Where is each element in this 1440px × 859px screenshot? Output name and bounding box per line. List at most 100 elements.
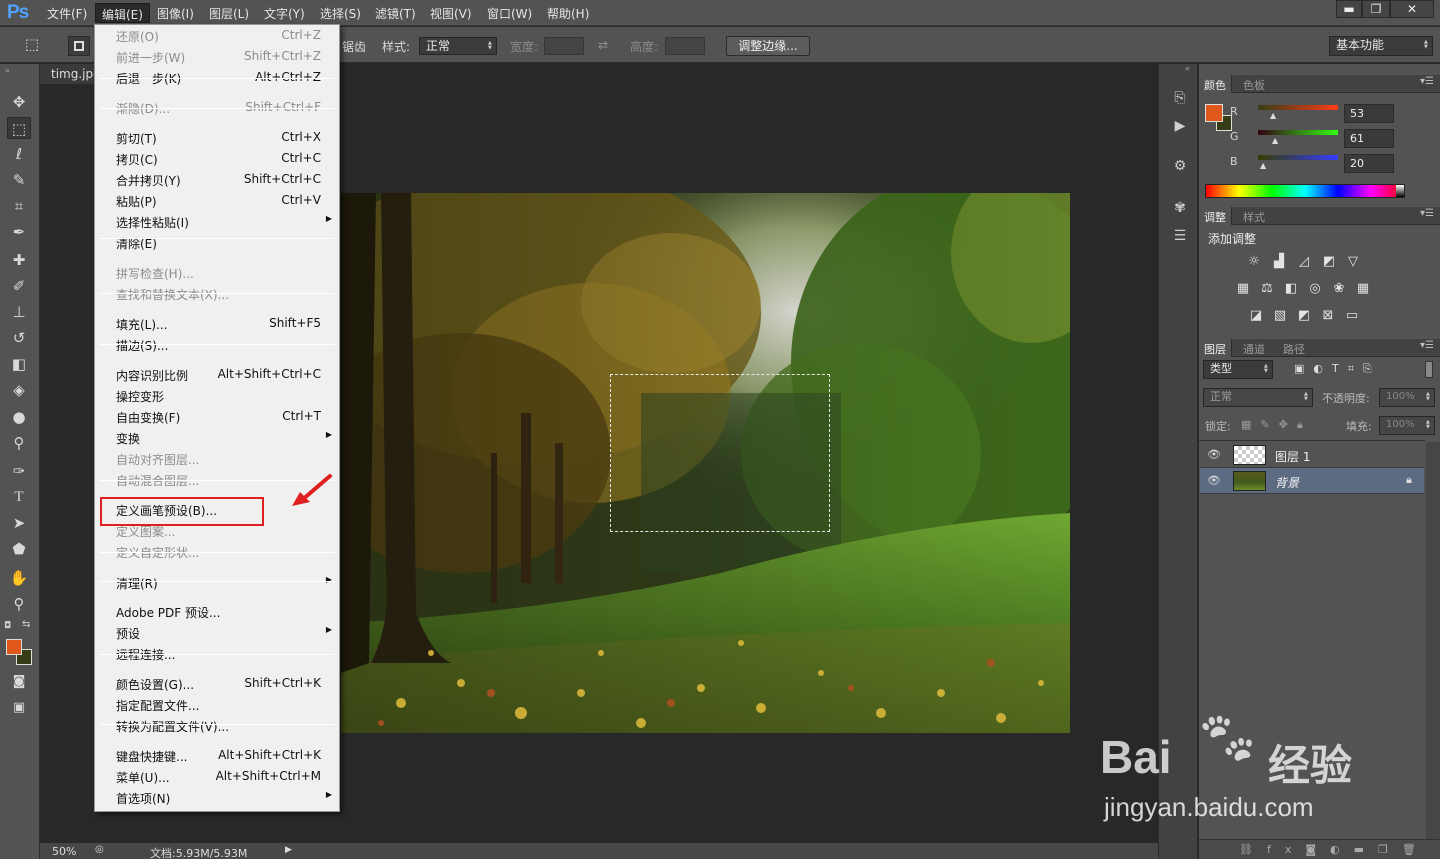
healing-brush-tool-icon[interactable]: ✚: [7, 249, 31, 271]
tab-styles[interactable]: 样式: [1243, 209, 1265, 225]
g-value-field[interactable]: 61: [1344, 129, 1394, 148]
eraser-tool-icon[interactable]: ◧: [7, 353, 31, 375]
edit-menu-item[interactable]: 粘贴(P) Ctrl+V: [95, 190, 339, 211]
new-selection-icon[interactable]: [68, 36, 90, 56]
layer-row-layer1[interactable]: 👁︎ 图层 1: [1200, 442, 1424, 468]
status-info-icon[interactable]: ◎: [95, 844, 104, 855]
rect-marquee-preset-icon[interactable]: ⬚: [20, 33, 44, 55]
refine-edge-button[interactable]: 调整边缘...: [726, 36, 810, 56]
tab-color[interactable]: 颜色: [1199, 75, 1232, 93]
close-button[interactable]: ✕: [1390, 0, 1434, 18]
layer-filter-select[interactable]: 类型: [1203, 360, 1273, 379]
crop-tool-icon[interactable]: ⌗: [7, 195, 31, 217]
menu-filter[interactable]: 滤镜(T): [375, 5, 416, 23]
exposure-icon[interactable]: ◩: [1321, 254, 1337, 270]
width-input[interactable]: [544, 37, 584, 55]
actions-panel-icon[interactable]: ▶: [1169, 116, 1191, 136]
pen-tool-icon[interactable]: ✑: [7, 460, 31, 482]
path-select-tool-icon[interactable]: ➤: [7, 512, 31, 534]
quick-select-tool-icon[interactable]: ✎: [7, 169, 31, 191]
vibrance-icon[interactable]: ▽: [1345, 254, 1361, 270]
edit-menu-item[interactable]: 预设 ▶: [95, 622, 339, 643]
hand-tool-icon[interactable]: ✋: [7, 567, 31, 589]
edit-menu-item[interactable]: 剪切(T) Ctrl+X: [95, 127, 339, 148]
color-panel-menu-icon[interactable]: ▾☰: [1420, 76, 1434, 87]
swap-icon[interactable]: ⇄: [598, 38, 608, 52]
edit-menu-item[interactable]: 变换 ▶: [95, 427, 339, 448]
r-slider[interactable]: [1258, 105, 1338, 110]
menu-layer[interactable]: 图层(L): [209, 5, 249, 23]
black-white-icon[interactable]: ◧: [1283, 281, 1299, 297]
edit-menu-item[interactable]: 清理(R) ▶: [95, 572, 339, 593]
layer-filter-icons[interactable]: ▣◐T⌗⎘: [1294, 362, 1381, 376]
menu-view[interactable]: 视图(V): [430, 5, 472, 23]
menu-file[interactable]: 文件(F): [47, 5, 87, 23]
height-input[interactable]: [665, 37, 705, 55]
edit-menu-item[interactable]: 合并拷贝(Y) Shift+Ctrl+C: [95, 169, 339, 190]
brightness-icon[interactable]: ☼: [1246, 254, 1262, 270]
zoom-level[interactable]: 50%: [52, 845, 76, 858]
layers-panel-menu-icon[interactable]: ▾☰: [1420, 340, 1434, 351]
invert-icon[interactable]: ◪: [1248, 308, 1264, 324]
edit-menu-item[interactable]: 颜色设置(G)... Shift+Ctrl+K: [95, 673, 339, 694]
tab-channels[interactable]: 通道: [1243, 341, 1265, 357]
foreground-color-swatch[interactable]: [6, 639, 22, 655]
clone-stamp-tool-icon[interactable]: ⊥: [7, 301, 31, 323]
photo-filter-icon[interactable]: ◎: [1307, 281, 1323, 297]
tab-adjustments[interactable]: 调整: [1199, 207, 1232, 225]
threshold-icon[interactable]: ◩: [1296, 308, 1312, 324]
brush-presets-icon[interactable]: ☰: [1169, 226, 1191, 246]
properties-panel-icon[interactable]: ⚙: [1169, 156, 1191, 176]
menu-image[interactable]: 图像(I): [157, 5, 194, 23]
blend-mode-select[interactable]: 正常: [1203, 388, 1313, 407]
menu-edit[interactable]: 编辑(E): [95, 3, 150, 23]
menu-select[interactable]: 选择(S): [320, 5, 361, 23]
eyedropper-tool-icon[interactable]: ✒: [7, 221, 31, 243]
edit-menu-item[interactable]: Adobe PDF 预设...: [95, 601, 339, 622]
menu-window[interactable]: 窗口(W): [487, 5, 532, 23]
minimize-button[interactable]: ▬: [1336, 0, 1362, 18]
rectangular-selection[interactable]: [610, 374, 830, 532]
tab-layers[interactable]: 图层: [1199, 339, 1232, 357]
g-slider[interactable]: [1258, 130, 1338, 135]
workspace-select[interactable]: 基本功能: [1329, 36, 1433, 56]
collapse-icon[interactable]: »: [5, 66, 10, 75]
screen-mode-icon[interactable]: ▣: [7, 697, 31, 719]
marquee-tool-icon[interactable]: ⬚: [7, 117, 31, 139]
move-tool-icon[interactable]: ✥: [7, 91, 31, 113]
swap-colors-icon[interactable]: ⇆: [22, 619, 30, 630]
posterize-icon[interactable]: ▧: [1272, 308, 1288, 324]
edit-menu-item[interactable]: 菜单(U)... Alt+Shift+Ctrl+M: [95, 766, 339, 787]
selective-color-icon[interactable]: ⊠: [1320, 308, 1336, 324]
shape-tool-icon[interactable]: ⬟: [7, 538, 31, 560]
history-brush-tool-icon[interactable]: ↺: [7, 327, 31, 349]
status-menu-arrow-icon[interactable]: ▶: [285, 845, 292, 855]
channel-mixer-icon[interactable]: ❀: [1331, 281, 1347, 297]
b-slider-thumb-icon[interactable]: ▲: [1260, 161, 1266, 170]
visibility-eye-icon[interactable]: 👁︎: [1207, 474, 1221, 487]
restore-button[interactable]: ❐: [1362, 0, 1390, 18]
edit-menu-item[interactable]: 清除(E): [95, 232, 339, 253]
default-colors-icon[interactable]: ◘: [4, 621, 11, 631]
color-spectrum-ramp[interactable]: [1205, 184, 1405, 198]
blur-tool-icon[interactable]: ●: [7, 406, 31, 428]
expand-panels-icon[interactable]: «: [1185, 64, 1190, 73]
brush-panel-icon[interactable]: ✾: [1169, 198, 1191, 218]
edit-menu-item[interactable]: 拷贝(C) Ctrl+C: [95, 148, 339, 169]
type-tool-icon[interactable]: T: [7, 486, 31, 508]
b-slider[interactable]: [1258, 155, 1338, 160]
adjustments-panel-menu-icon[interactable]: ▾☰: [1420, 208, 1434, 219]
lasso-tool-icon[interactable]: ℓ: [7, 143, 31, 165]
paint-bucket-tool-icon[interactable]: ◈: [7, 379, 31, 401]
quick-mask-icon[interactable]: ◙: [7, 671, 31, 693]
hue-saturation-icon[interactable]: ▦: [1235, 281, 1251, 297]
style-select[interactable]: 正常: [419, 37, 497, 55]
edit-menu-item[interactable]: 自由变换(F) Ctrl+T: [95, 406, 339, 427]
menu-help[interactable]: 帮助(H): [547, 5, 589, 23]
edit-menu-item[interactable]: 填充(L)... Shift+F5: [95, 313, 339, 334]
fill-field[interactable]: 100%: [1379, 416, 1435, 435]
edit-menu-item[interactable]: 操控变形: [95, 385, 339, 406]
filter-toggle[interactable]: [1425, 361, 1433, 378]
edit-menu-item[interactable]: 内容识别比例 Alt+Shift+Ctrl+C: [95, 364, 339, 385]
layer-row-background[interactable]: 👁︎ 背景 🔒︎: [1200, 468, 1424, 494]
